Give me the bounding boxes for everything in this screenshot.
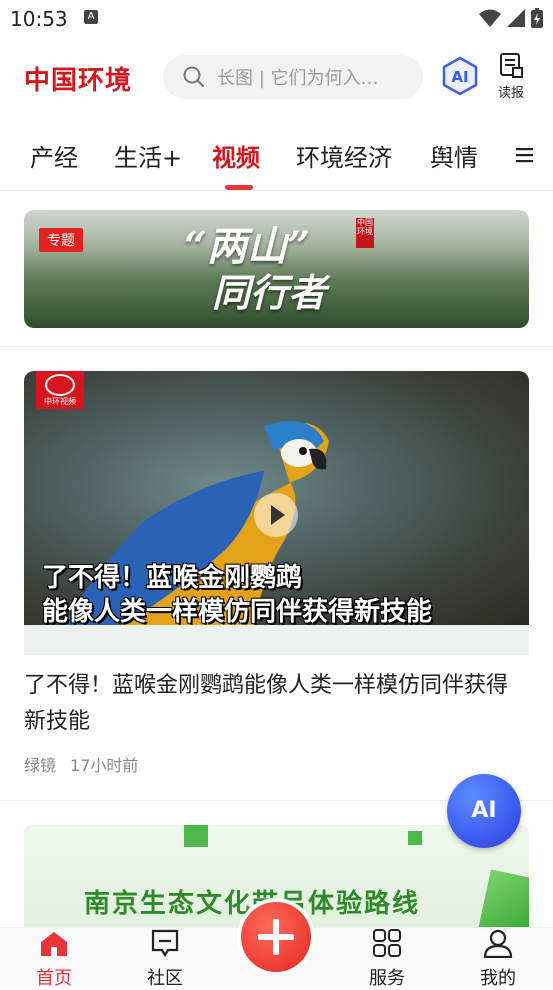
banner-title-line1: “两山” xyxy=(184,223,311,270)
search-bar[interactable]: 长图 | 它们为何入… xyxy=(163,55,423,99)
tab-public-opinion-label: 舆情 xyxy=(430,144,478,172)
app-header: 中国环境 长图 | 它们为何入… AI 读报 xyxy=(0,44,553,110)
tab-life[interactable]: 生活+ xyxy=(114,138,182,173)
grid-icon xyxy=(373,929,401,957)
video-footer-bar xyxy=(24,625,529,655)
status-time: 10:53 xyxy=(10,7,68,31)
nav-community[interactable]: 社区 xyxy=(125,928,205,990)
section-divider xyxy=(0,346,553,347)
notification-icon: A xyxy=(84,10,98,24)
banner-stamp: 中国环境 xyxy=(356,218,374,248)
article-time: 17小时前 xyxy=(70,756,139,775)
wifi-icon xyxy=(479,9,501,27)
tab-chanjing[interactable]: 产经 xyxy=(30,138,78,173)
banner-title-line2: 同行者 xyxy=(212,270,327,315)
article-meta: 绿镜 17小时前 xyxy=(24,752,138,776)
read-news-label: 读报 xyxy=(497,86,524,101)
video-channel-logo-text: 中环视频 xyxy=(44,397,76,406)
ai-floating-button[interactable]: AI xyxy=(447,774,521,848)
nav-home[interactable]: 首页 xyxy=(14,928,94,990)
article-title[interactable]: 了不得！蓝喉金刚鹦鹉能像人类一样模仿同伴获得新技能 xyxy=(24,668,529,740)
play-icon[interactable] xyxy=(254,493,298,537)
tab-public-opinion[interactable]: 舆情 xyxy=(430,138,480,173)
menu-icon[interactable] xyxy=(515,146,535,164)
search-icon xyxy=(183,66,205,88)
article-source: 绿镜 xyxy=(24,756,57,775)
publish-plus-button[interactable] xyxy=(237,898,315,976)
video-channel-logo: 中环视频 xyxy=(36,371,84,409)
search-placeholder: 长图 | 它们为何入… xyxy=(217,68,379,89)
signal-icon xyxy=(507,9,525,27)
user-icon xyxy=(483,929,513,959)
home-icon xyxy=(41,932,67,956)
video-caption-line1: 了不得！蓝喉金刚鹦鹉 xyxy=(42,563,303,593)
nav-mine-label: 我的 xyxy=(480,968,516,989)
nav-services-label: 服务 xyxy=(369,968,405,989)
nav-services[interactable]: 服务 xyxy=(347,928,427,990)
decor-cube xyxy=(184,825,208,847)
nav-mine[interactable]: 我的 xyxy=(458,928,538,990)
ai-head-label: AI xyxy=(451,68,468,86)
ai-assistant-button[interactable]: AI xyxy=(441,56,479,96)
video-thumbnail[interactable]: 中环视频 了不得！蓝喉金刚鹦鹉 能像人类一样模仿同伴获得新技能 xyxy=(24,371,529,625)
decor-cube xyxy=(408,831,422,845)
nav-community-label: 社区 xyxy=(147,968,183,989)
status-icons xyxy=(479,8,543,28)
plus-icon xyxy=(241,902,311,972)
active-tab-indicator xyxy=(225,185,253,190)
ai-hexagon-icon: AI xyxy=(442,56,478,96)
tab-video[interactable]: 视频 xyxy=(212,138,260,173)
newspaper-icon xyxy=(500,53,523,78)
topic-banner[interactable]: 专题 “两山” 同行者 中国环境 xyxy=(24,210,529,328)
chat-icon xyxy=(151,929,179,958)
ai-float-label: AI xyxy=(471,798,497,823)
read-news-button[interactable]: 读报 xyxy=(494,52,528,101)
app-logo[interactable]: 中国环境 xyxy=(24,60,132,97)
status-bar: 10:53 A xyxy=(0,0,553,38)
topic-badge: 专题 xyxy=(39,228,83,252)
tab-env-economy[interactable]: 环境经济 xyxy=(296,138,392,173)
decor-cube xyxy=(478,869,529,935)
nav-home-label: 首页 xyxy=(36,968,72,989)
battery-icon xyxy=(531,8,543,28)
video-caption-line2: 能像人类一样模仿同伴获得新技能 xyxy=(42,597,433,625)
banner-title: “两山” 同行者 xyxy=(184,224,326,316)
channel-tabs: 产经 生活+ 视频 环境经济 舆情 xyxy=(0,130,553,191)
